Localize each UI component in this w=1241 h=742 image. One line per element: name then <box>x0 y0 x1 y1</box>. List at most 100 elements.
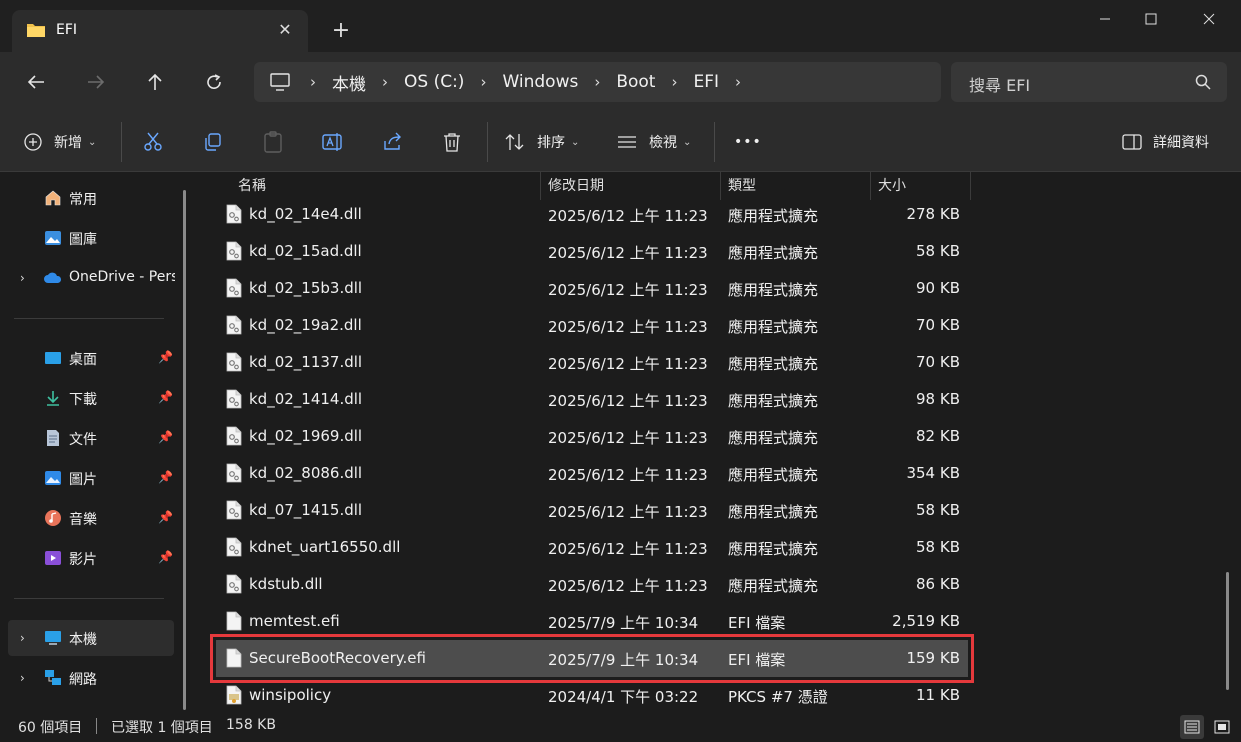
sidebar-item-onedrive[interactable]: › OneDrive - Personal <box>8 260 175 296</box>
chevron-right-icon[interactable]: › <box>733 73 743 91</box>
refresh-button[interactable] <box>200 68 228 96</box>
new-label: 新增 <box>54 135 82 151</box>
file-row[interactable]: memtest.efi 2025/7/9 上午 10:34 EFI 檔案 2,519 … <box>216 603 968 640</box>
maximize-button[interactable] <box>1128 0 1174 38</box>
tab-title: EFI <box>56 22 78 38</box>
file-date-modified: 2025/6/12 上午 11:23 <box>548 540 708 558</box>
copy-button[interactable] <box>203 130 223 154</box>
sidebar-item-gallery[interactable]: 圖庫 <box>8 220 174 256</box>
file-date-modified: 2025/7/9 上午 10:34 <box>548 651 699 669</box>
details-pane-button[interactable]: 詳細資料 <box>1122 130 1209 154</box>
more-options-button[interactable]: ••• <box>734 130 762 154</box>
dll-icon <box>226 500 242 520</box>
sidebar-scrollbar[interactable] <box>183 190 186 710</box>
chevron-right-icon[interactable]: › <box>380 73 390 91</box>
file-row[interactable]: kd_02_19a2.dll 2025/6/12 上午 11:23 應用程式擴充 70… <box>216 307 968 344</box>
new-tab-button[interactable]: + <box>330 20 352 42</box>
forward-button[interactable] <box>82 68 110 96</box>
tab-efi[interactable]: EFI ✕ <box>12 10 308 52</box>
file-date-modified: 2025/6/12 上午 11:23 <box>548 281 708 299</box>
chevron-right-icon[interactable]: › <box>669 73 679 91</box>
sidebar-item-network[interactable]: › 網路 <box>8 660 174 696</box>
sort-icon <box>505 134 524 150</box>
breadcrumb-windows[interactable]: Windows <box>502 72 578 92</box>
pin-icon[interactable]: 📌 <box>158 550 173 564</box>
details-view-button[interactable] <box>1180 715 1204 739</box>
large-icons-view-button[interactable] <box>1210 715 1234 739</box>
chevron-right-icon[interactable]: › <box>20 271 25 285</box>
file-type: 應用程式擴充 <box>728 318 819 336</box>
dll-icon <box>226 426 242 446</box>
sidebar-item-pictures[interactable]: 圖片 📌 <box>8 460 174 496</box>
pin-icon[interactable]: 📌 <box>158 350 173 364</box>
title-bar: EFI ✕ + <box>0 0 1241 52</box>
breadcrumb-thispc[interactable]: 本機 <box>332 70 366 95</box>
chevron-right-icon[interactable]: › <box>20 671 25 685</box>
sidebar-item-videos[interactable]: 影片 📌 <box>8 540 174 576</box>
cut-button[interactable] <box>143 130 163 154</box>
file-row[interactable]: kd_02_8086.dll 2025/6/12 上午 11:23 應用程式擴充 35… <box>216 455 968 492</box>
chevron-down-icon: ⌄ <box>683 136 692 148</box>
file-row[interactable]: kd_02_15ad.dll 2025/6/12 上午 11:23 應用程式擴充 58… <box>216 233 968 270</box>
view-button[interactable]: 檢視 ⌄ <box>617 130 691 154</box>
scissors-icon <box>144 132 162 151</box>
file-row[interactable]: kd_02_15b3.dll 2025/6/12 上午 11:23 應用程式擴充 90… <box>216 270 968 307</box>
search-box[interactable]: 搜尋 EFI <box>951 62 1227 102</box>
chevron-right-icon[interactable]: › <box>20 631 25 645</box>
up-button[interactable] <box>141 68 169 96</box>
file-row[interactable]: kd_02_1969.dll 2025/6/12 上午 11:23 應用程式擴充 82… <box>216 418 968 455</box>
file-row[interactable]: kd_07_1415.dll 2025/6/12 上午 11:23 應用程式擴充 58… <box>216 492 968 529</box>
file-row[interactable]: kd_02_14e4.dll 2025/6/12 上午 11:23 應用程式擴充 27… <box>216 196 968 233</box>
file-type: 應用程式擴充 <box>728 207 819 225</box>
file-list-scrollbar[interactable] <box>1226 572 1229 690</box>
file-type: 應用程式擴充 <box>728 281 819 299</box>
file-date-modified: 2025/6/12 上午 11:23 <box>548 392 708 410</box>
tab-close-button[interactable]: ✕ <box>276 21 294 39</box>
file-name: kd_02_19a2.dll <box>249 316 362 334</box>
search-input[interactable]: 搜尋 EFI <box>969 72 1030 96</box>
chevron-right-icon[interactable]: › <box>478 73 488 91</box>
sidebar-item-music[interactable]: 音樂 📌 <box>8 500 174 536</box>
breadcrumb-boot[interactable]: Boot <box>616 72 655 92</box>
file-row[interactable]: kd_02_1137.dll 2025/6/12 上午 11:23 應用程式擴充 70… <box>216 344 968 381</box>
arrow-up-icon <box>148 73 162 90</box>
pin-icon[interactable]: 📌 <box>158 510 173 524</box>
file-name: kd_02_1969.dll <box>249 427 363 445</box>
sidebar-item-thispc[interactable]: › 本機 <box>8 620 174 656</box>
file-date-modified: 2025/6/12 上午 11:23 <box>548 355 708 373</box>
paste-button[interactable] <box>263 130 283 154</box>
file-row[interactable]: SecureBootRecovery.efi 2025/7/9 上午 10:34 E… <box>210 634 974 683</box>
sidebar-item-downloads[interactable]: 下載 📌 <box>8 380 174 416</box>
file-name: winsipolicy <box>249 686 332 704</box>
delete-button[interactable] <box>443 130 461 154</box>
minimize-button[interactable] <box>1082 0 1128 38</box>
file-row[interactable]: kd_02_1414.dll 2025/6/12 上午 11:23 應用程式擴充 98… <box>216 381 968 418</box>
file-row[interactable]: winsipolicy 2024/4/1 下午 03:22 PKCS #7 憑證 11… <box>216 677 968 710</box>
file-size: 58 KB <box>916 538 960 556</box>
share-button[interactable] <box>383 130 403 154</box>
new-button[interactable]: 新增 ⌄ <box>24 130 96 154</box>
pin-icon[interactable]: 📌 <box>158 390 173 404</box>
column-divider[interactable] <box>970 172 971 200</box>
sidebar-item-documents[interactable]: 文件 📌 <box>8 420 174 456</box>
sidebar-item-home[interactable]: 常用 <box>8 180 174 216</box>
sidebar-item-desktop[interactable]: 桌面 📌 <box>8 340 174 376</box>
breadcrumb-efi[interactable]: EFI <box>693 72 719 92</box>
refresh-icon <box>207 74 221 89</box>
file-row[interactable]: kdstub.dll 2025/6/12 上午 11:23 應用程式擴充 86 KB <box>216 566 968 603</box>
pin-icon[interactable]: 📌 <box>158 470 173 484</box>
file-name: kd_02_1414.dll <box>249 390 363 408</box>
chevron-right-icon[interactable]: › <box>592 73 602 91</box>
file-type: 應用程式擴充 <box>728 503 819 521</box>
file-row[interactable]: kdnet_uart16550.dll 2025/6/12 上午 11:23 應用程… <box>216 529 968 566</box>
breadcrumb-os-c[interactable]: OS (C:) <box>404 72 464 92</box>
chevron-right-icon[interactable]: › <box>308 73 318 91</box>
address-bar[interactable]: › 本機 › OS (C:) › Windows › Boot › EFI › <box>254 62 941 102</box>
back-button[interactable] <box>22 68 50 96</box>
rename-button[interactable] <box>322 130 344 154</box>
divider <box>14 598 164 599</box>
sort-button[interactable]: 排序 ⌄ <box>505 130 579 154</box>
close-button[interactable] <box>1186 0 1232 38</box>
pin-icon[interactable]: 📌 <box>158 430 173 444</box>
minimize-icon <box>1100 18 1110 20</box>
